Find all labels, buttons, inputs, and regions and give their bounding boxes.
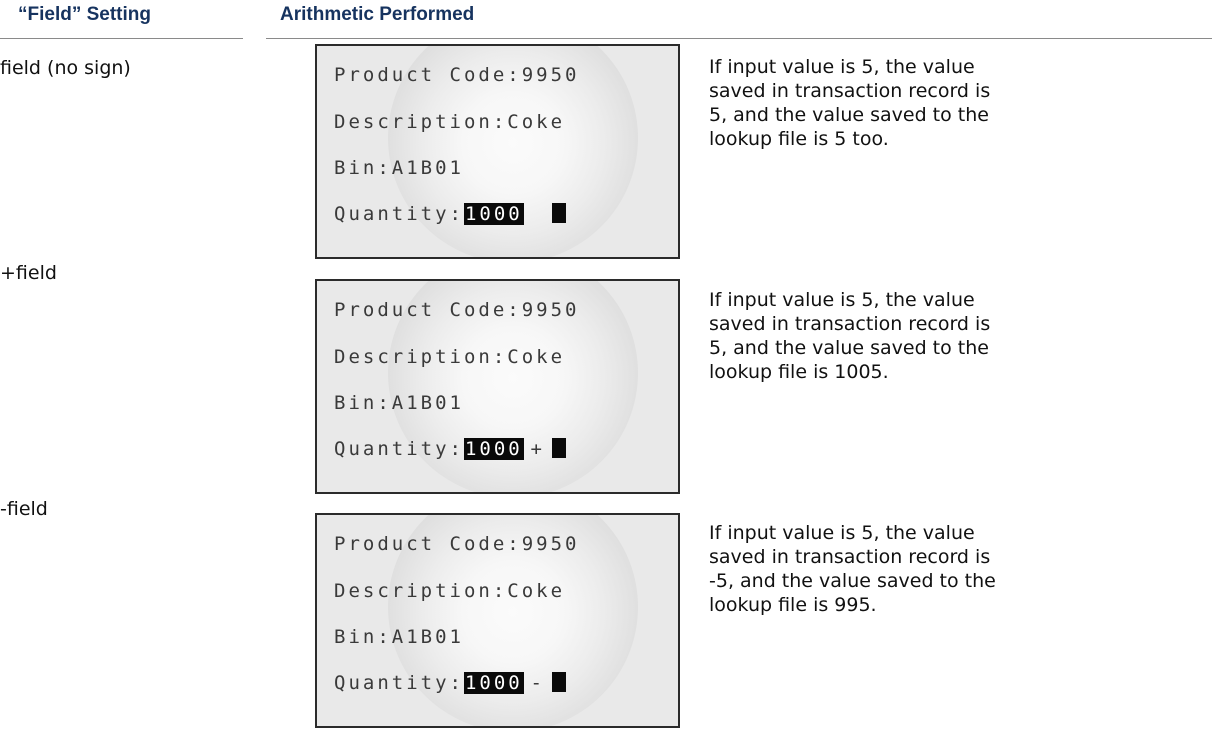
input-cursor — [551, 672, 566, 692]
quantity-label: Quantity: — [334, 438, 464, 460]
screen-line-bin: Bin:A1B01 — [334, 626, 464, 648]
row-setting-label: field (no sign) — [0, 57, 131, 79]
screen-line-description: Description:Coke — [334, 580, 566, 602]
column-header-arithmetic: Arithmetic Performed — [280, 4, 475, 25]
row-setting-label: -field — [0, 498, 48, 520]
header-divider-right — [266, 38, 1212, 39]
screen-line-quantity: Quantity:1000 + — [334, 438, 566, 460]
quantity-label: Quantity: — [334, 672, 464, 694]
row-description: If input value is 5, the value saved in … — [709, 289, 991, 383]
screen-line-description: Description:Coke — [334, 346, 566, 368]
screen-line-product-code: Product Code:9950 — [334, 299, 580, 321]
screen-line-bin: Bin:A1B01 — [334, 157, 464, 179]
row-description: If input value is 5, the value saved in … — [709, 522, 996, 616]
input-cursor — [551, 438, 566, 458]
screen-line-product-code: Product Code:9950 — [334, 533, 580, 555]
column-header-field-setting: “Field” Setting — [18, 4, 151, 25]
row-description: If input value is 5, the value saved in … — [709, 56, 991, 150]
quantity-label: Quantity: — [334, 203, 464, 225]
quantity-sign: + — [530, 438, 545, 460]
screen-line-bin: Bin:A1B01 — [334, 392, 464, 414]
screen-line-product-code: Product Code:9950 — [334, 64, 580, 86]
quantity-value: 1000 — [463, 672, 524, 694]
terminal-screen: Product Code:9950 Description:Coke Bin:A… — [315, 44, 680, 259]
quantity-value: 1000 — [463, 438, 524, 460]
quantity-sign: - — [530, 672, 545, 694]
header-divider-left — [0, 38, 243, 39]
terminal-screen: Product Code:9950 Description:Coke Bin:A… — [315, 513, 680, 728]
screen-line-description: Description:Coke — [334, 111, 566, 133]
screen-line-quantity: Quantity:1000- — [334, 672, 566, 694]
quantity-value: 1000 — [463, 203, 524, 225]
input-cursor — [551, 203, 566, 223]
terminal-screen: Product Code:9950 Description:Coke Bin:A… — [315, 279, 680, 494]
row-setting-label: +field — [0, 262, 57, 284]
screen-line-quantity: Quantity:1000 — [334, 203, 566, 225]
